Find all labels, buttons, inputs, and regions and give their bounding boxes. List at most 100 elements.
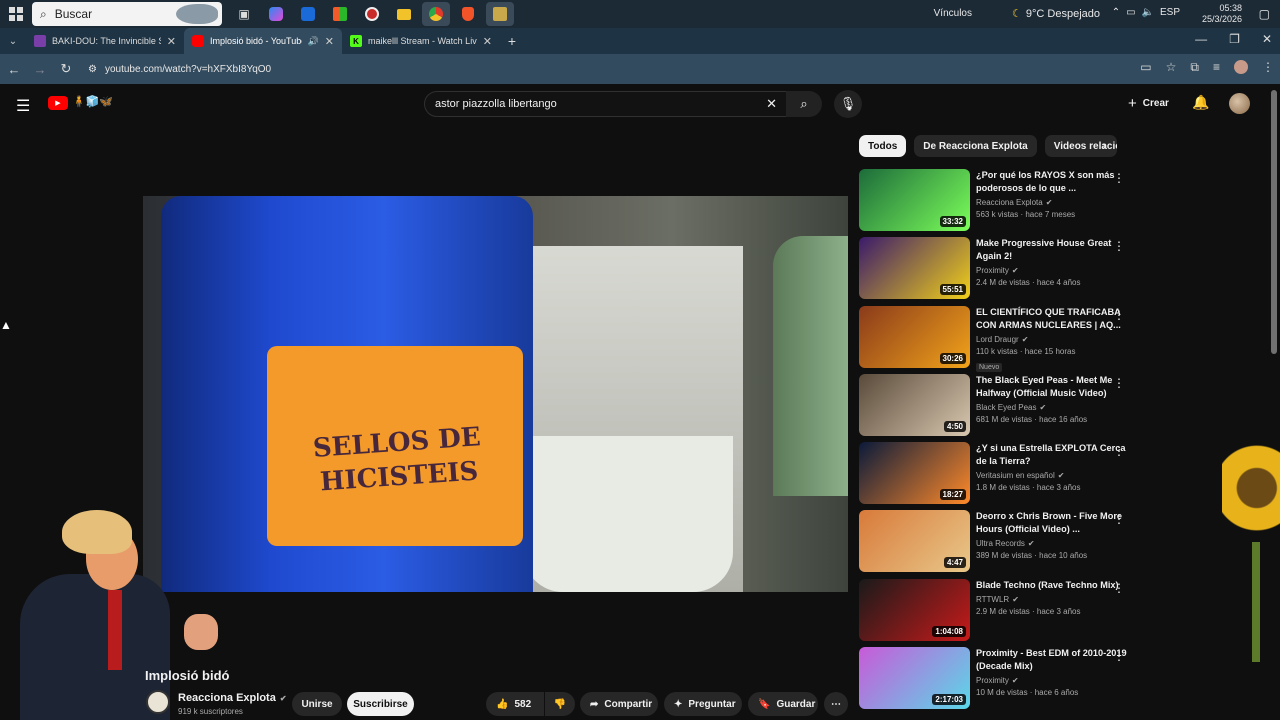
- recommendation-title[interactable]: The Black Eyed Peas - Meet Me Halfway (O…: [976, 374, 1131, 400]
- page-scrollbar[interactable]: [1271, 90, 1277, 354]
- subscribe-button[interactable]: Suscribirse: [347, 692, 414, 716]
- links-toolbar-label[interactable]: Vínculos: [934, 8, 972, 19]
- recommendation-title[interactable]: Proximity - Best EDM of 2010-2019 (Decad…: [976, 647, 1131, 673]
- channel-name-link[interactable]: Reacciona Explota ✔: [178, 692, 287, 704]
- recommendation-channel[interactable]: Veritasium en español ✔: [976, 471, 1131, 480]
- dislike-button[interactable]: 👎: [545, 692, 575, 716]
- recommendation-channel[interactable]: Reacciona Explota ✔: [976, 198, 1131, 207]
- youtube-logo-icon[interactable]: ▶: [48, 96, 68, 110]
- address-bar[interactable]: ⚙ youtube.com/watch?v=hXFXbI8YqO0: [84, 58, 1144, 80]
- recommendation-channel[interactable]: Proximity ✔: [976, 266, 1131, 275]
- clear-search-icon[interactable]: ✕: [766, 96, 777, 112]
- browser-menu-icon[interactable]: ⋮: [1262, 60, 1274, 75]
- back-arrow-icon[interactable]: ←: [2, 57, 26, 81]
- more-vertical-icon[interactable]: ⋮: [1113, 171, 1125, 185]
- recommendation-item[interactable]: 33:32 ¿Por qué los RAYOS X son más podero…: [859, 169, 1131, 237]
- chrome-icon[interactable]: [422, 2, 450, 26]
- tab-search-chevron-icon[interactable]: ⌄: [0, 28, 26, 54]
- chevron-up-icon[interactable]: ⌃: [1112, 7, 1120, 18]
- notification-icon[interactable]: ▢: [1259, 7, 1270, 21]
- file-explorer-icon[interactable]: [390, 2, 418, 26]
- windows-start-button[interactable]: [0, 0, 32, 28]
- cast-icon[interactable]: ▭: [1140, 60, 1151, 75]
- youtube-search-button[interactable]: ⌕: [786, 91, 822, 117]
- volume-icon[interactable]: 🔈: [1142, 7, 1154, 18]
- chip-from-channel[interactable]: De Reacciona Explota: [914, 135, 1037, 157]
- recommendation-item[interactable]: 1:04:08 Blade Techno (Rave Techno Mix) RTT…: [859, 578, 1131, 647]
- more-vertical-icon[interactable]: ⋮: [1113, 444, 1125, 458]
- taskbar-search-box[interactable]: ⌕ Buscar: [32, 2, 222, 26]
- network-icon[interactable]: ▭: [1126, 7, 1135, 18]
- more-vertical-icon[interactable]: ⋮: [1113, 239, 1125, 253]
- site-info-icon[interactable]: ⚙: [88, 64, 97, 75]
- like-button[interactable]: 👍 582: [486, 692, 544, 716]
- speaker-icon[interactable]: 🔊: [308, 36, 319, 47]
- tab-close-icon[interactable]: ✕: [483, 35, 492, 48]
- weather-widget[interactable]: ☾ 9°C Despejado: [1012, 7, 1100, 21]
- more-vertical-icon[interactable]: ⋮: [1113, 376, 1125, 390]
- bookmark-star-icon[interactable]: ☆: [1166, 60, 1177, 75]
- language-indicator[interactable]: ESP: [1160, 7, 1180, 18]
- video-thumbnail[interactable]: 33:32: [859, 169, 970, 231]
- video-thumbnail[interactable]: 4:47: [859, 510, 970, 573]
- brave-icon[interactable]: [454, 2, 482, 26]
- browser-tab-baki[interactable]: BAKI-DOU: The Invincible Samu ✕: [26, 28, 184, 54]
- recommendation-title[interactable]: ¿Por qué los RAYOS X son más poderosos d…: [976, 169, 1131, 195]
- recommendation-title[interactable]: Deorro x Chris Brown - Five More Hours (…: [976, 510, 1131, 536]
- chevron-right-icon[interactable]: ›: [1102, 137, 1107, 153]
- video-thumbnail[interactable]: 2:17:03: [859, 647, 970, 710]
- ask-button[interactable]: ✦ Preguntar: [664, 692, 742, 716]
- taskbar-clock[interactable]: 05:38 25/3/2026: [1202, 3, 1242, 25]
- notifications-bell-icon[interactable]: 🔔: [1192, 94, 1209, 111]
- store-icon[interactable]: [326, 2, 354, 26]
- hamburger-menu-icon[interactable]: ☰: [16, 96, 30, 116]
- tab-close-icon[interactable]: ✕: [325, 35, 334, 48]
- channel-avatar[interactable]: [146, 690, 170, 714]
- task-view-icon[interactable]: ▣: [230, 2, 258, 26]
- recommendation-title[interactable]: Make Progressive House Great Again 2!: [976, 237, 1131, 263]
- video-thumbnail[interactable]: 1:04:08: [859, 578, 970, 641]
- recommendation-channel[interactable]: Black Eyed Peas ✔: [976, 403, 1131, 412]
- recommendation-channel[interactable]: Ultra Records ✔: [976, 539, 1131, 548]
- voice-search-button[interactable]: 🎙: [834, 90, 862, 118]
- media-controls-icon[interactable]: ≡: [1213, 60, 1220, 75]
- recommendation-item[interactable]: 55:51 Make Progressive House Great Again …: [859, 237, 1131, 305]
- recommendation-channel[interactable]: Proximity ✔: [976, 676, 1131, 685]
- tab-close-icon[interactable]: ✕: [167, 35, 176, 48]
- account-avatar[interactable]: [1229, 93, 1250, 114]
- save-button[interactable]: 🔖 Guardar: [748, 692, 818, 716]
- browser-tab-kick[interactable]: K maikelll Stream - Watch Live on ✕: [342, 28, 500, 54]
- app-red-icon[interactable]: [358, 2, 386, 26]
- forward-arrow-icon[interactable]: →: [28, 57, 52, 81]
- recommendation-item[interactable]: 4:50 The Black Eyed Peas - Meet Me Halfwa…: [859, 373, 1131, 442]
- recommendation-item[interactable]: 2:17:03 Proximity - Best EDM of 2010-2019…: [859, 647, 1131, 715]
- restore-icon[interactable]: ❐: [1229, 32, 1240, 46]
- youtube-search-input[interactable]: astor piazzolla libertango ✕: [424, 91, 788, 117]
- more-vertical-icon[interactable]: ⋮: [1113, 512, 1125, 526]
- video-thumbnail[interactable]: 55:51: [859, 237, 970, 300]
- video-thumbnail[interactable]: 30:26: [859, 305, 970, 368]
- recommendation-item[interactable]: 4:47 Deorro x Chris Brown - Five More Hou…: [859, 510, 1131, 578]
- youtube-doodle-icons[interactable]: 🧍🧊🦋: [72, 95, 113, 108]
- video-player[interactable]: SELLOS DE HICISTEIS: [143, 196, 848, 592]
- chip-all[interactable]: Todos: [859, 135, 907, 157]
- recommendation-item[interactable]: 30:26 EL CIENTÍFICO QUE TRAFICABA CON ARM…: [859, 305, 1131, 374]
- recommendation-channel[interactable]: RTTWLR ✔: [976, 595, 1131, 604]
- close-window-icon[interactable]: ✕: [1262, 32, 1272, 46]
- recommendation-title[interactable]: Blade Techno (Rave Techno Mix): [976, 579, 1131, 592]
- more-vertical-icon[interactable]: ⋮: [1113, 581, 1125, 595]
- create-button[interactable]: + Crear: [1128, 95, 1169, 112]
- join-button[interactable]: Unirse: [292, 692, 342, 716]
- recommendation-channel[interactable]: Lord Draugr ✔: [976, 335, 1131, 344]
- share-button[interactable]: ➦ Compartir: [580, 692, 658, 716]
- new-tab-button[interactable]: +: [500, 28, 524, 54]
- video-thumbnail[interactable]: 18:27: [859, 442, 970, 505]
- reload-icon[interactable]: ↻: [54, 57, 78, 81]
- recommendation-title[interactable]: ¿Y si una Estrella EXPLOTA Cerca de la T…: [976, 442, 1131, 468]
- recommendation-title[interactable]: EL CIENTÍFICO QUE TRAFICABA CON ARMAS NU…: [976, 306, 1131, 332]
- outlook-icon[interactable]: [294, 2, 322, 26]
- video-thumbnail[interactable]: 4:50: [859, 373, 970, 436]
- minimize-icon[interactable]: —: [1195, 32, 1207, 46]
- more-vertical-icon[interactable]: ⋮: [1113, 649, 1125, 663]
- copilot-icon[interactable]: [262, 2, 290, 26]
